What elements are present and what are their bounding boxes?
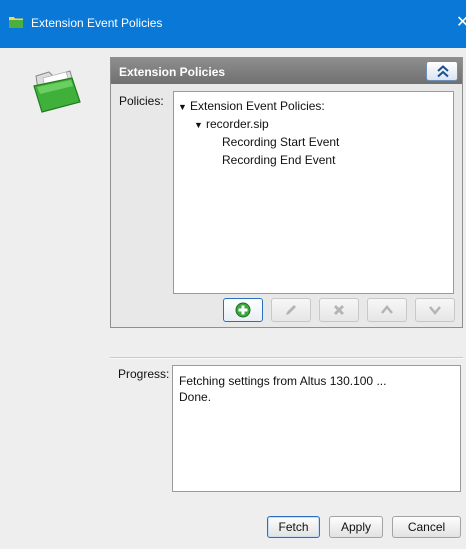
close-icon[interactable]: ✕ <box>456 9 466 39</box>
progress-line: Done. <box>179 390 212 404</box>
progress-line: Fetching settings from Altus 130.100 ... <box>179 374 387 388</box>
add-icon <box>235 302 251 318</box>
tree-item-root[interactable]: ▼ Extension Event Policies: <box>178 99 325 113</box>
delete-icon <box>334 305 344 315</box>
fetch-button[interactable]: Fetch <box>267 516 320 538</box>
progress-log: Fetching settings from Altus 130.100 ...… <box>172 365 461 492</box>
delete-policy-button[interactable] <box>319 298 359 322</box>
policies-toolbar <box>223 298 455 324</box>
tree-item-label: Recording Start Event <box>222 135 340 149</box>
cancel-button[interactable]: Cancel <box>392 516 461 538</box>
edit-policy-button[interactable] <box>271 298 311 322</box>
panel-title: Extension Policies <box>119 65 226 79</box>
double-chevron-up-icon <box>437 65 449 78</box>
folder-icon <box>9 17 23 28</box>
tree-item-label: Extension Event Policies: <box>190 99 325 113</box>
tree-item-recording-start-event[interactable]: Recording Start Event <box>222 135 339 149</box>
add-policy-button[interactable] <box>223 298 263 322</box>
tree-item-recorder-sip[interactable]: ▼ recorder.sip <box>194 117 269 131</box>
divider-highlight <box>110 358 463 359</box>
collapse-button[interactable] <box>426 61 458 81</box>
tree-item-label: recorder.sip <box>206 117 269 131</box>
move-up-button[interactable] <box>367 298 407 322</box>
extension-policies-panel: Extension Policies Policies: ▼ Extension … <box>110 57 463 328</box>
title-bar: Extension Event Policies ✕ <box>0 0 466 48</box>
move-up-icon <box>381 305 393 314</box>
progress-label: Progress: <box>118 367 170 381</box>
open-folder-icon <box>33 70 81 113</box>
window-title: Extension Event Policies <box>31 16 163 30</box>
move-down-button[interactable] <box>415 298 455 322</box>
move-down-icon <box>429 306 441 315</box>
policies-label: Policies: <box>119 94 164 108</box>
policies-tree[interactable]: ▼ Extension Event Policies: ▼ recorder.sip… <box>173 91 454 294</box>
expand-arrow-icon[interactable]: ▼ <box>178 102 190 112</box>
edit-icon <box>286 305 296 315</box>
expand-arrow-icon[interactable]: ▼ <box>194 120 206 130</box>
tree-item-label: Recording End Event <box>222 153 336 167</box>
tree-item-recording-end-event[interactable]: Recording End Event <box>222 153 335 167</box>
panel-header: Extension Policies <box>111 58 462 84</box>
apply-button[interactable]: Apply <box>329 516 383 538</box>
